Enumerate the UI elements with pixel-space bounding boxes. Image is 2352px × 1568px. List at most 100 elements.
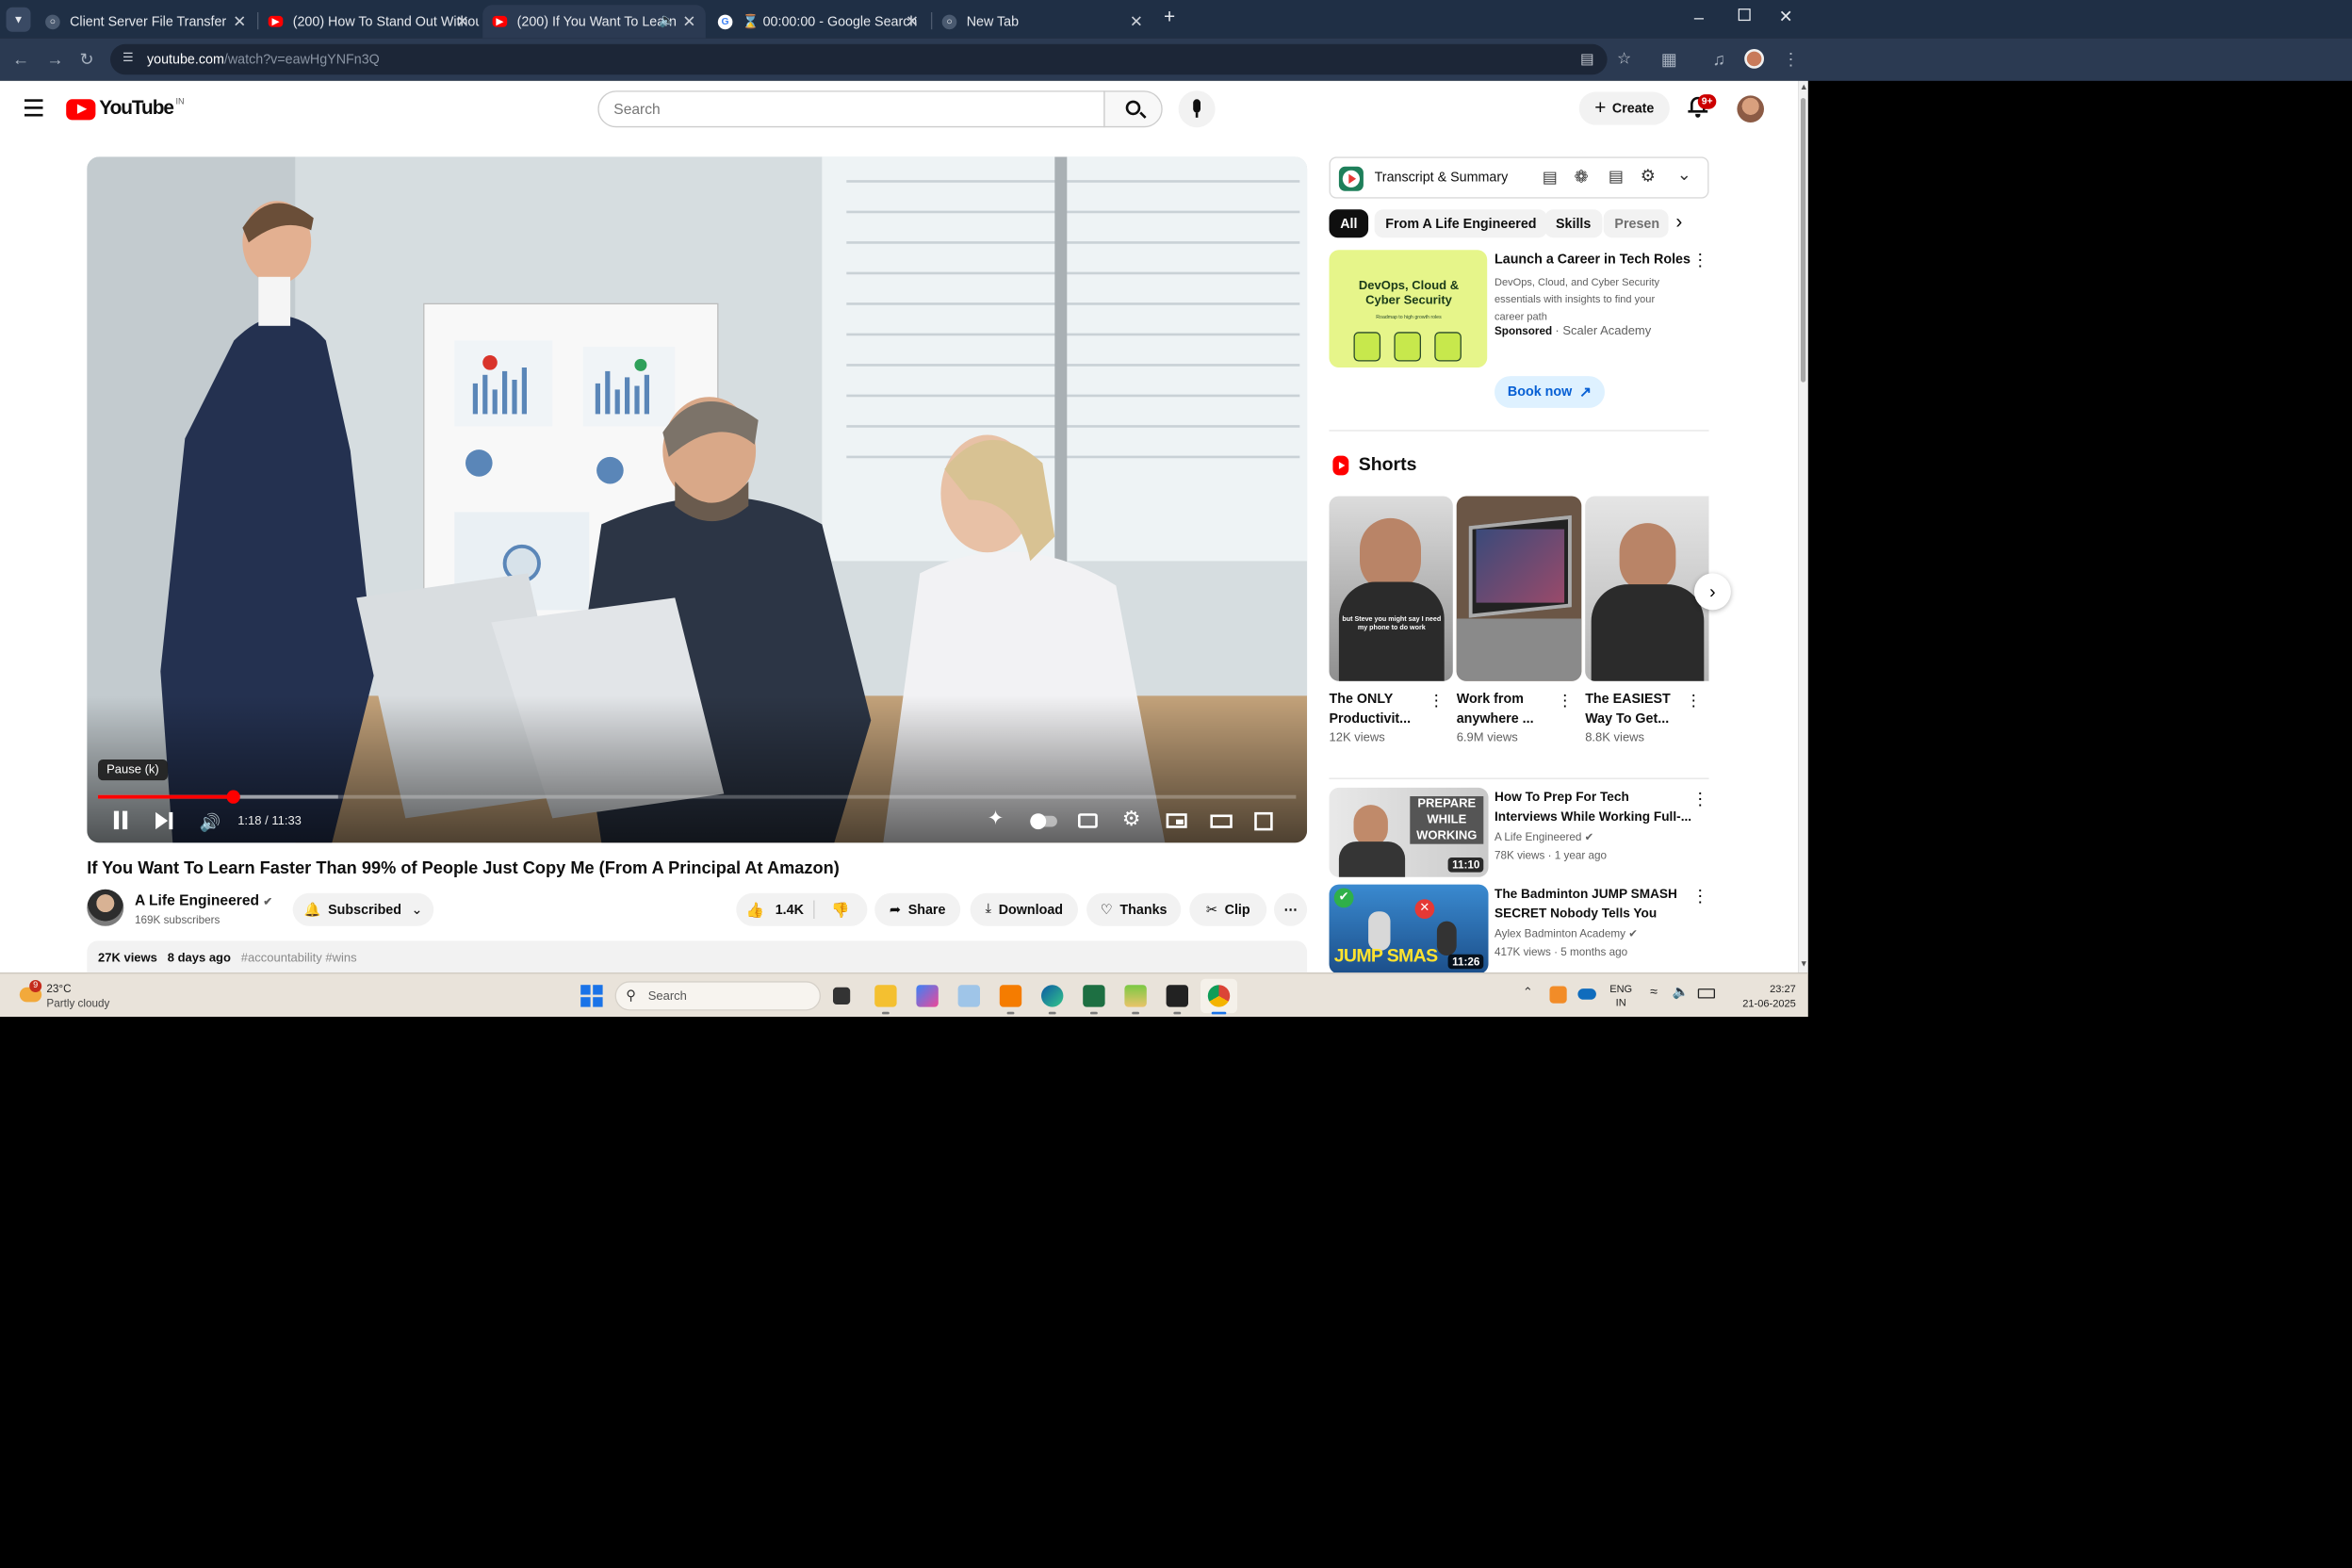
short-menu-icon[interactable]: ⋮: [1686, 691, 1702, 710]
tray-expand-icon[interactable]: ⌃: [1523, 987, 1533, 1000]
ad-menu-icon[interactable]: ⋮: [1691, 250, 1708, 270]
chips-next-icon[interactable]: ›: [1675, 212, 1682, 234]
ad-thumbnail[interactable]: DevOps, Cloud & Cyber Security Roadmap t…: [1329, 250, 1488, 368]
close-tab-icon[interactable]: ✕: [1130, 12, 1143, 32]
short-thumbnail[interactable]: but Steve you might say I need my phone …: [1329, 496, 1453, 681]
paint-app-icon[interactable]: [1124, 985, 1147, 1007]
extensions-icon[interactable]: ▦: [1661, 50, 1677, 67]
scroll-up-arrow-icon[interactable]: ▲: [1800, 83, 1808, 91]
chip-all[interactable]: All: [1329, 209, 1369, 238]
download-button[interactable]: ⤓ Download: [970, 892, 1078, 926]
youtube-logo[interactable]: YouTube IN: [66, 97, 185, 122]
voice-search-button[interactable]: [1178, 90, 1216, 128]
app-window-icon[interactable]: [957, 985, 980, 1007]
taskbar-search-box[interactable]: ⚲ Search: [614, 981, 821, 1011]
hamburger-menu-icon[interactable]: [24, 99, 43, 117]
copilot-m365-icon[interactable]: [916, 985, 939, 1007]
short-title[interactable]: The EASIEST Way To Get...: [1585, 690, 1683, 729]
ad-title[interactable]: Launch a Career in Tech Roles: [1494, 253, 1690, 268]
chrome-icon[interactable]: [1207, 985, 1231, 1007]
pause-icon[interactable]: [113, 810, 130, 830]
short-thumbnail[interactable]: [1585, 496, 1709, 681]
chip-skills[interactable]: Skills: [1544, 209, 1603, 238]
language-indicator[interactable]: ENG IN: [1609, 983, 1632, 1010]
weather-widget[interactable]: 9 23°C Partly cloudy: [15, 980, 138, 1012]
tray-app-icon[interactable]: [1549, 986, 1567, 1004]
browser-menu-icon[interactable]: ⋮: [1782, 50, 1799, 67]
start-windows-icon[interactable]: [580, 985, 603, 1007]
expand-chevron-icon[interactable]: ⌄: [1677, 164, 1691, 185]
fullscreen-icon[interactable]: [1254, 811, 1273, 831]
document-icon[interactable]: ▤: [1609, 167, 1624, 187]
volume-icon[interactable]: 🔊: [200, 813, 221, 830]
channel-name[interactable]: A Life Engineered ✔: [135, 891, 272, 908]
shorts-next-button[interactable]: ›: [1693, 573, 1731, 611]
more-actions-button[interactable]: ⋯: [1274, 892, 1308, 926]
back-icon[interactable]: ←: [12, 50, 29, 67]
media-controls-icon[interactable]: ♫: [1712, 50, 1725, 67]
clock[interactable]: 23:27 21-06-2025: [1727, 981, 1796, 1010]
excel-icon[interactable]: [1083, 985, 1105, 1007]
tab-google-search[interactable]: G ⌛ 00:00:00 - Google Search ✕: [708, 5, 928, 38]
task-view-icon[interactable]: [832, 987, 851, 1004]
profile-avatar[interactable]: [1744, 49, 1764, 69]
edge-browser-icon[interactable]: [1041, 985, 1064, 1007]
wifi-icon[interactable]: ≈: [1650, 985, 1658, 1000]
short-title[interactable]: The ONLY Productivit...: [1330, 690, 1428, 729]
short-menu-icon[interactable]: ⋮: [1429, 691, 1445, 710]
bookmark-star-icon[interactable]: ☆: [1617, 49, 1631, 69]
short-title[interactable]: Work from anywhere ...: [1457, 690, 1555, 729]
chip-presentation[interactable]: Presen: [1603, 209, 1669, 238]
progress-bar[interactable]: [98, 790, 1297, 804]
tab-new-tab[interactable]: ○ New Tab ✕: [932, 5, 1152, 38]
channel-avatar[interactable]: [87, 889, 124, 926]
minimize-window-icon[interactable]: –: [1694, 8, 1704, 27]
related-video-title[interactable]: The Badminton JUMP SMASH SECRET Nobody Te…: [1494, 885, 1690, 924]
site-info-icon[interactable]: ☰: [122, 52, 134, 65]
like-button[interactable]: 👍 1.4K: [736, 893, 813, 926]
terminal-icon[interactable]: [1166, 985, 1188, 1007]
subscribed-button[interactable]: 🔔 Subscribed ⌄: [292, 892, 434, 926]
autoplay-toggle[interactable]: [1030, 813, 1057, 830]
battery-icon[interactable]: [1697, 988, 1715, 999]
short-menu-icon[interactable]: ⋮: [1557, 691, 1573, 710]
reload-icon[interactable]: ↻: [80, 50, 94, 67]
account-avatar[interactable]: [1737, 95, 1764, 122]
related-video-title[interactable]: How To Prep For Tech Interviews While Wor…: [1494, 788, 1691, 827]
hashtags[interactable]: #accountability #wins: [241, 952, 357, 965]
description-box[interactable]: 27K views 8 days ago #accountability #wi…: [87, 940, 1308, 973]
dislike-button[interactable]: 👎: [822, 893, 858, 926]
restore-window-icon[interactable]: [1738, 8, 1751, 22]
close-tab-icon[interactable]: ✕: [906, 12, 919, 32]
speaker-icon[interactable]: 🔈: [1672, 984, 1689, 1000]
close-tab-icon[interactable]: ✕: [456, 12, 469, 32]
book-now-button[interactable]: Book now ↗: [1494, 376, 1605, 408]
miniplayer-icon[interactable]: [1166, 813, 1187, 828]
ai-sparkle-icon[interactable]: ✦: [988, 809, 1004, 829]
video-player[interactable]: Pause (k) 🔊 1:18 / 11:33 ✦ ⚙: [87, 156, 1308, 843]
close-tab-icon[interactable]: ✕: [233, 12, 246, 32]
transcript-extension-panel[interactable]: Transcript & Summary ▤ ❁ ▤ ⚙ ⌄: [1329, 156, 1709, 199]
next-video-icon[interactable]: [155, 811, 173, 830]
related-video-thumbnail[interactable]: PREPARE WHILE WORKING 11:10: [1329, 787, 1489, 877]
search-input[interactable]: [597, 90, 1105, 128]
audio-playing-icon[interactable]: 🔈: [659, 12, 676, 28]
theater-mode-icon[interactable]: [1210, 814, 1233, 828]
extension-settings-icon[interactable]: ⚙: [1641, 166, 1656, 187]
onedrive-cloud-icon[interactable]: [1577, 988, 1596, 1000]
scrollbar-thumb[interactable]: [1800, 98, 1806, 383]
scroll-down-arrow-icon[interactable]: ▼: [1800, 960, 1808, 969]
create-button[interactable]: + Create: [1578, 91, 1670, 125]
robot-icon[interactable]: ▤: [1543, 168, 1558, 188]
chip-from-channel[interactable]: From A Life Engineered: [1374, 209, 1548, 238]
related-video-thumbnail[interactable]: ✔ ✕ JUMP SMAS 11:26: [1329, 884, 1489, 973]
progress-scrubber[interactable]: [226, 790, 240, 804]
orange-app-icon[interactable]: [999, 985, 1022, 1007]
related-video-menu-icon[interactable]: ⋮: [1691, 886, 1708, 906]
settings-gear-icon[interactable]: ⚙: [1122, 808, 1141, 829]
address-bar[interactable]: ☰ youtube.com/watch?v=eawHgYNFn3Q ▤ ☆: [109, 43, 1631, 75]
tab-youtube-stand-out[interactable]: ▶ (200) How To Stand Out Withou ✕: [258, 5, 479, 38]
tab-search-button[interactable]: ▼: [6, 7, 31, 32]
forward-icon[interactable]: →: [46, 50, 63, 67]
tab-youtube-learn-faster[interactable]: ▶ (200) If You Want To Learn 🔈 ✕: [482, 5, 706, 39]
